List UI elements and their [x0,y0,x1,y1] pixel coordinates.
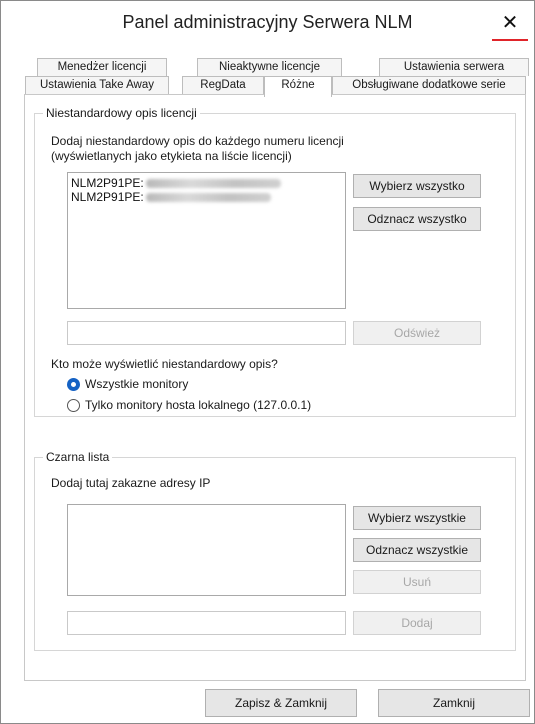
blacklist-instruction: Dodaj tutaj zakazne adresy IP [51,476,211,490]
close-button[interactable]: Zamknij [378,689,530,717]
tab-content-panel: Niestandardowy opis licencji Dodaj niest… [24,94,526,681]
tab-inactive-licenses[interactable]: Nieaktywne licencje [197,58,342,76]
blacklist-deselect-all-button[interactable]: Odznacz wszystkie [353,538,481,562]
blacklist-delete-button[interactable]: Usuń [353,570,481,594]
close-window-button[interactable]: ✕ [492,7,528,41]
close-button-underline [492,39,528,41]
tab-license-manager[interactable]: Menedżer licencji [37,58,167,76]
redacted-description [145,178,281,188]
window-title: Panel administracyjny Serwera NLM [122,12,413,32]
title-bar: Panel administracyjny Serwera NLM ✕ [1,1,534,45]
radio-selected-icon [67,377,80,391]
tab-regdata[interactable]: RegData [182,76,264,94]
tab-misc[interactable]: Różne [264,76,332,97]
list-item[interactable]: NLM2P91PE: [71,190,271,204]
radio-unselected-icon [67,398,80,412]
blacklist-ip-input[interactable] [67,611,346,635]
license-number-label: NLM2P91PE: [71,190,144,204]
save-and-close-button[interactable]: Zapisz & Zamknij [205,689,357,717]
radio-local-host-label: Tylko monitory hosta lokalnego (127.0.0.… [85,398,312,412]
radio-all-monitors-label: Wszystkie monitory [85,377,189,391]
who-can-view-label: Kto może wyświetlić niestandardowy opis? [51,357,278,371]
tab-server-settings[interactable]: Ustawienia serwera [379,58,529,76]
radio-all-monitors[interactable]: Wszystkie monitory [67,377,188,391]
tab-supported-additional-series[interactable]: Obsługiwane dodatkowe serie [332,76,526,94]
tab-take-away-settings[interactable]: Ustawienia Take Away [25,76,169,94]
license-description-list[interactable]: NLM2P91PE: NLM2P91PE: [67,172,346,309]
license-number-label: NLM2P91PE: [71,176,144,190]
radio-local-host-monitors[interactable]: Tylko monitory hosta lokalnego (127.0.0.… [67,398,311,412]
custom-description-instruction-1: Dodaj niestandardowy opis do każdego num… [51,134,344,148]
list-item[interactable]: NLM2P91PE: [71,176,281,190]
custom-description-instruction-2: (wyświetlanych jako etykieta na liście l… [51,149,292,163]
blacklist-group: Czarna lista Dodaj tutaj zakazne adresy … [34,450,516,651]
blacklist-legend: Czarna lista [43,450,113,464]
admin-panel-window: Panel administracyjny Serwera NLM ✕ Mene… [0,0,535,724]
blacklist-add-button[interactable]: Dodaj [353,611,481,635]
deselect-all-button[interactable]: Odznacz wszystko [353,207,481,231]
redacted-description [145,192,271,202]
custom-description-legend: Niestandardowy opis licencji [43,106,200,120]
description-text-field[interactable] [67,321,346,345]
blacklist-select-all-button[interactable]: Wybierz wszystkie [353,506,481,530]
custom-description-group: Niestandardowy opis licencji Dodaj niest… [34,106,516,417]
close-icon: ✕ [501,11,519,34]
blacklist-ip-list[interactable] [67,504,346,596]
select-all-button[interactable]: Wybierz wszystko [353,174,481,198]
refresh-button[interactable]: Odśwież [353,321,481,345]
